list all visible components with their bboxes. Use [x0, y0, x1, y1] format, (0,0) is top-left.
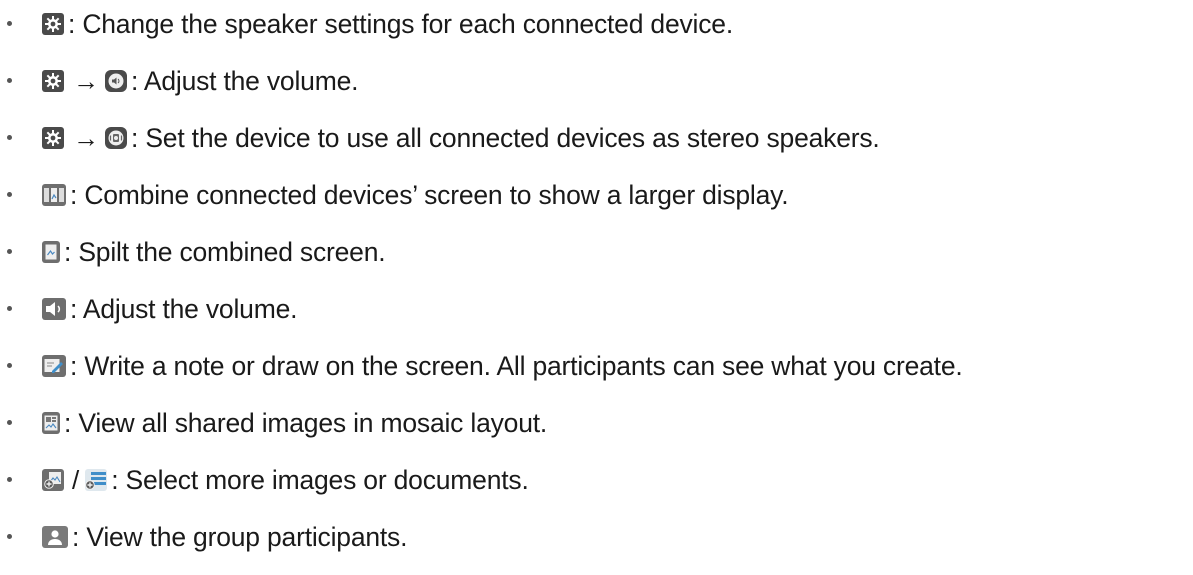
arrow-connector: →: [73, 66, 99, 96]
item-text: : Spilt the combined screen.: [64, 236, 386, 267]
item-text: : Set the device to use all connected de…: [131, 122, 880, 153]
volume-circle-icon: [105, 70, 127, 92]
gear-icon: [42, 70, 64, 92]
bullet: [7, 135, 12, 140]
bullet: [7, 21, 12, 26]
item-text: : Adjust the volume.: [70, 293, 298, 324]
bullet: [7, 78, 12, 83]
bullet: [7, 306, 12, 311]
slash-separator: /: [72, 464, 80, 495]
gear-icon: [42, 127, 64, 149]
bullet: [7, 363, 12, 368]
item-text: : Change the speaker settings for each c…: [68, 8, 733, 39]
item-text: : View all shared images in mosaic layou…: [64, 407, 548, 438]
mosaic-layout-icon: [42, 412, 60, 434]
bullet: [7, 534, 12, 539]
arrow-connector: →: [73, 123, 99, 153]
item-text: : Adjust the volume.: [131, 65, 359, 96]
gear-icon: [42, 13, 64, 35]
combine-screens-icon: [42, 184, 66, 206]
stereo-speaker-icon: [105, 127, 127, 149]
bullet: [7, 477, 12, 482]
add-image-icon: [42, 469, 64, 491]
item-text: : Write a note or draw on the screen. Al…: [70, 350, 963, 381]
speaker-icon: [42, 298, 66, 320]
pen-note-icon: [42, 355, 66, 377]
item-text: : Select more images or documents.: [111, 464, 529, 495]
add-document-icon: [85, 469, 108, 491]
split-screen-icon: [42, 241, 60, 263]
item-text: : Combine connected devices’ screen to s…: [70, 179, 789, 210]
bullet: [7, 420, 12, 425]
item-text: : View the group participants.: [72, 521, 408, 552]
bullet: [7, 249, 12, 254]
bullet: [7, 192, 12, 197]
participants-icon: [42, 526, 68, 548]
